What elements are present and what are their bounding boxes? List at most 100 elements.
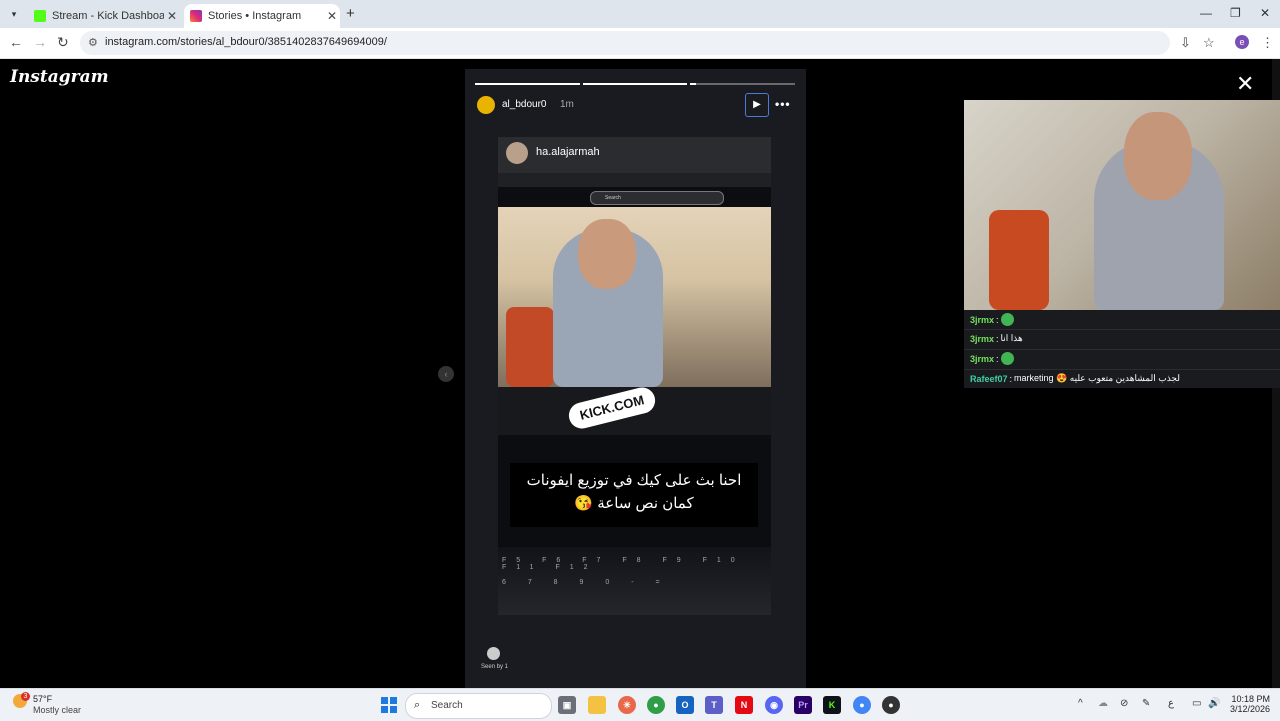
site-info-icon[interactable]: ⚙: [88, 36, 98, 49]
chat-username: 3jrmx: [970, 314, 995, 325]
tab-kick-dashboard[interactable]: Stream - Kick Dashboard ✕: [28, 4, 180, 28]
chat-message: 3jrmx:: [970, 313, 1014, 326]
media-bookmark-bar: [498, 173, 771, 187]
netflix-icon[interactable]: N: [735, 696, 753, 714]
kick-favicon-icon: [34, 10, 46, 22]
file-explorer-icon[interactable]: [588, 696, 606, 714]
weather-badge: 3: [21, 692, 30, 701]
windows-start-icon[interactable]: [381, 697, 397, 713]
taskbar-search[interactable]: ⌕ Search: [405, 693, 552, 719]
viewer-avatar: [487, 647, 500, 660]
seen-by[interactable]: Seen by 1: [481, 647, 508, 670]
keyboard-row-num: 6 7 8 9 0 - =: [502, 579, 670, 586]
instagram-logo[interactable]: Instagram: [10, 67, 109, 87]
media-user-avatar: [506, 142, 528, 164]
url-text: instagram.com/stories/al_bdour0/38514028…: [105, 36, 387, 48]
new-tab-plus-icon[interactable]: +: [346, 5, 355, 22]
overlay-webcam: [964, 100, 1280, 310]
discord-icon[interactable]: ◉: [765, 696, 783, 714]
close-window-icon[interactable]: ✕: [1260, 6, 1270, 20]
chat-message: 3jrmx:: [970, 352, 1014, 365]
chat-username: 3jrmx: [970, 353, 995, 364]
caption-line-1: احنا بث على كيك في توزيع ايفونات: [526, 472, 742, 489]
story-header: al_bdour0 1m ▶ •••: [477, 93, 797, 117]
gaming-chair: [506, 307, 554, 387]
stream-chat-overlay: 3jrmx: 3jrmx: هذا انا 3jrmx: Rafeef07: m…: [964, 310, 1280, 388]
chat-username: Rafeef07: [970, 373, 1008, 384]
windows-taskbar: 3 57°F Mostly clear ⌕ Search ▣ ✳ ● O T N…: [0, 688, 1280, 721]
story-media: ha.alajarmah Search KICK.COM احنا بث على…: [498, 137, 771, 615]
chat-message: 3jrmx: هذا انا: [970, 333, 1023, 344]
clock-date: 3/12/2026: [1229, 704, 1270, 714]
close-story-icon[interactable]: ✕: [1236, 71, 1254, 97]
address-bar[interactable]: ⚙ instagram.com/stories/al_bdour0/385140…: [80, 31, 1170, 55]
chat-username: 3jrmx: [970, 333, 995, 344]
obs-icon[interactable]: ●: [882, 696, 900, 714]
task-view-icon[interactable]: ▣: [558, 696, 576, 714]
show-hidden-icons-icon[interactable]: ^: [1078, 698, 1083, 709]
install-app-icon[interactable]: ⇩: [1180, 35, 1191, 51]
volume-icon[interactable]: 🔊: [1208, 698, 1220, 709]
weather-condition[interactable]: Mostly clear: [33, 705, 81, 715]
seen-by-label: Seen by 1: [481, 664, 509, 670]
story-progress-bars: [475, 83, 796, 85]
media-search-box: Search: [590, 191, 724, 205]
streamer-head: [578, 219, 636, 289]
onedrive-icon[interactable]: ☁: [1098, 698, 1108, 709]
close-tab-icon[interactable]: ✕: [164, 9, 180, 23]
language-icon[interactable]: ع: [1168, 698, 1174, 709]
display-icon[interactable]: ▭: [1192, 698, 1201, 709]
forward-arrow-icon[interactable]: →: [33, 34, 47, 50]
chat-text: marketing 😍 لجذب المشاهدين متعوب عليه: [1014, 373, 1180, 383]
back-arrow-icon[interactable]: ←: [9, 34, 23, 50]
media-username: ha.alajarmah: [536, 146, 600, 158]
streamer-head: [1124, 112, 1192, 200]
chrome-icon[interactable]: ●: [647, 696, 665, 714]
chat-text: هذا انا: [1000, 333, 1023, 343]
premiere-icon[interactable]: Pr: [794, 696, 812, 714]
kick-app-icon[interactable]: K: [823, 696, 841, 714]
taskbar-clock[interactable]: 10:18 PM 3/12/2026: [1226, 694, 1270, 714]
instagram-story-viewer: Instagram ✕ ‹ al_bdour0 1m ▶ ••• ha.alaj…: [0, 59, 1280, 689]
story-timestamp: 1m: [560, 99, 574, 110]
search-icon: ⌕: [414, 699, 421, 711]
story-card[interactable]: al_bdour0 1m ▶ ••• ha.alajarmah Search K…: [465, 69, 806, 689]
kebab-menu-icon[interactable]: ⋮: [1261, 35, 1274, 51]
profile-avatar[interactable]: e: [1235, 35, 1249, 49]
tab-title: Stream - Kick Dashboard: [52, 10, 164, 22]
teams-icon[interactable]: T: [705, 696, 723, 714]
tab-instagram-stories[interactable]: Stories • Instagram ✕: [184, 4, 340, 28]
pen-tool-icon[interactable]: ✎: [1142, 698, 1150, 709]
search-label: Search: [431, 700, 463, 711]
instagram-favicon-icon: [190, 10, 202, 22]
close-tab-icon[interactable]: ✕: [324, 9, 340, 23]
more-options-icon[interactable]: •••: [775, 97, 791, 111]
tab-title: Stories • Instagram: [208, 10, 302, 22]
tab-search-chevron-icon[interactable]: ▾: [6, 6, 22, 22]
story-user-avatar[interactable]: [477, 96, 495, 114]
gaming-chair: [989, 210, 1049, 310]
minimize-icon[interactable]: —: [1200, 6, 1212, 20]
media-browser-header: ha.alajarmah: [498, 137, 771, 173]
media-keyboard: F5 F6 F7 F8 F9 F10 F11 F12 6 7 8 9 0 - =: [498, 547, 771, 615]
weather-temp[interactable]: 57°F: [33, 694, 52, 704]
chat-emote-icon: [1000, 313, 1014, 326]
chat-message: Rafeef07: marketing 😍 لجذب المشاهدين متع…: [970, 373, 1180, 384]
story-username[interactable]: al_bdour0: [502, 99, 546, 110]
bookmark-star-icon[interactable]: ☆: [1203, 35, 1215, 51]
chrome-profile-icon[interactable]: ●: [853, 696, 871, 714]
story-caption: احنا بث على كيك في توزيع ايفونات كمان نص…: [510, 463, 758, 527]
restore-icon[interactable]: ❐: [1230, 6, 1241, 20]
keyboard-row-fn: F5 F6 F7 F8 F9 F10 F11 F12: [502, 557, 745, 571]
network-off-icon[interactable]: ⊘: [1120, 698, 1128, 709]
caption-line-2: كمان نص ساعة 😘: [574, 495, 694, 512]
reload-icon[interactable]: ↻: [57, 34, 69, 51]
browser-toolbar: ← → ↻ ⚙ instagram.com/stories/al_bdour0/…: [0, 28, 1280, 59]
browser-tab-strip: ▾ Stream - Kick Dashboard ✕ Stories • In…: [0, 0, 1280, 28]
outlook-icon[interactable]: O: [676, 696, 694, 714]
previous-story-chevron-icon[interactable]: ‹: [438, 366, 454, 382]
progress-segment: [582, 83, 688, 85]
clock-time: 10:18 PM: [1231, 694, 1270, 704]
play-button[interactable]: ▶: [745, 93, 769, 117]
claude-icon[interactable]: ✳: [618, 696, 636, 714]
